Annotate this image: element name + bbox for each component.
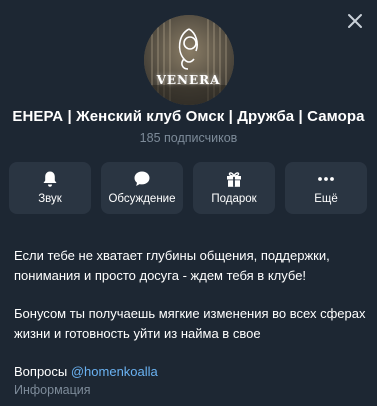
channel-description: Если тебе не хватает глубины общения, по…: [14, 246, 366, 382]
more-button[interactable]: Ещё: [285, 162, 367, 214]
discussion-button-label: Обсуждение: [108, 193, 176, 205]
chat-icon: [133, 170, 151, 188]
bell-icon: [42, 170, 58, 188]
description-paragraph: Если тебе не хватает глубины общения, по…: [14, 248, 330, 283]
description-contacts: Вопросы @homenkoalla: [14, 362, 366, 382]
more-icon: [317, 170, 335, 188]
gift-button[interactable]: Подарок: [193, 162, 275, 214]
avatar-logo-text: VENERA: [156, 73, 221, 87]
info-section-label: Информация: [14, 383, 91, 397]
sound-button-label: Звук: [38, 193, 62, 205]
gift-button-label: Подарок: [211, 193, 257, 205]
gift-icon: [225, 170, 243, 188]
contacts-prefix: Вопросы: [14, 364, 71, 379]
action-bar: Звук Обсуждение Подарок Ещё: [9, 162, 367, 214]
sound-button[interactable]: Звук: [9, 162, 91, 214]
channel-info-panel: VENERA ЕНЕРА | Женский клуб Омск | Дружб…: [0, 0, 377, 406]
more-button-label: Ещё: [314, 193, 338, 205]
subscriber-count: 185 подписчиков: [139, 131, 238, 145]
close-icon[interactable]: [346, 12, 364, 30]
description-paragraph: Бонусом ты получаешь мягкие изменения во…: [14, 306, 366, 341]
channel-avatar[interactable]: VENERA: [143, 15, 234, 105]
discussion-button[interactable]: Обсуждение: [101, 162, 183, 214]
contact-username-link[interactable]: @homenkoalla: [71, 364, 158, 379]
channel-title: ЕНЕРА | Женский клуб Омск | Дружба | Сам…: [12, 108, 365, 125]
avatar-image: [143, 15, 234, 105]
